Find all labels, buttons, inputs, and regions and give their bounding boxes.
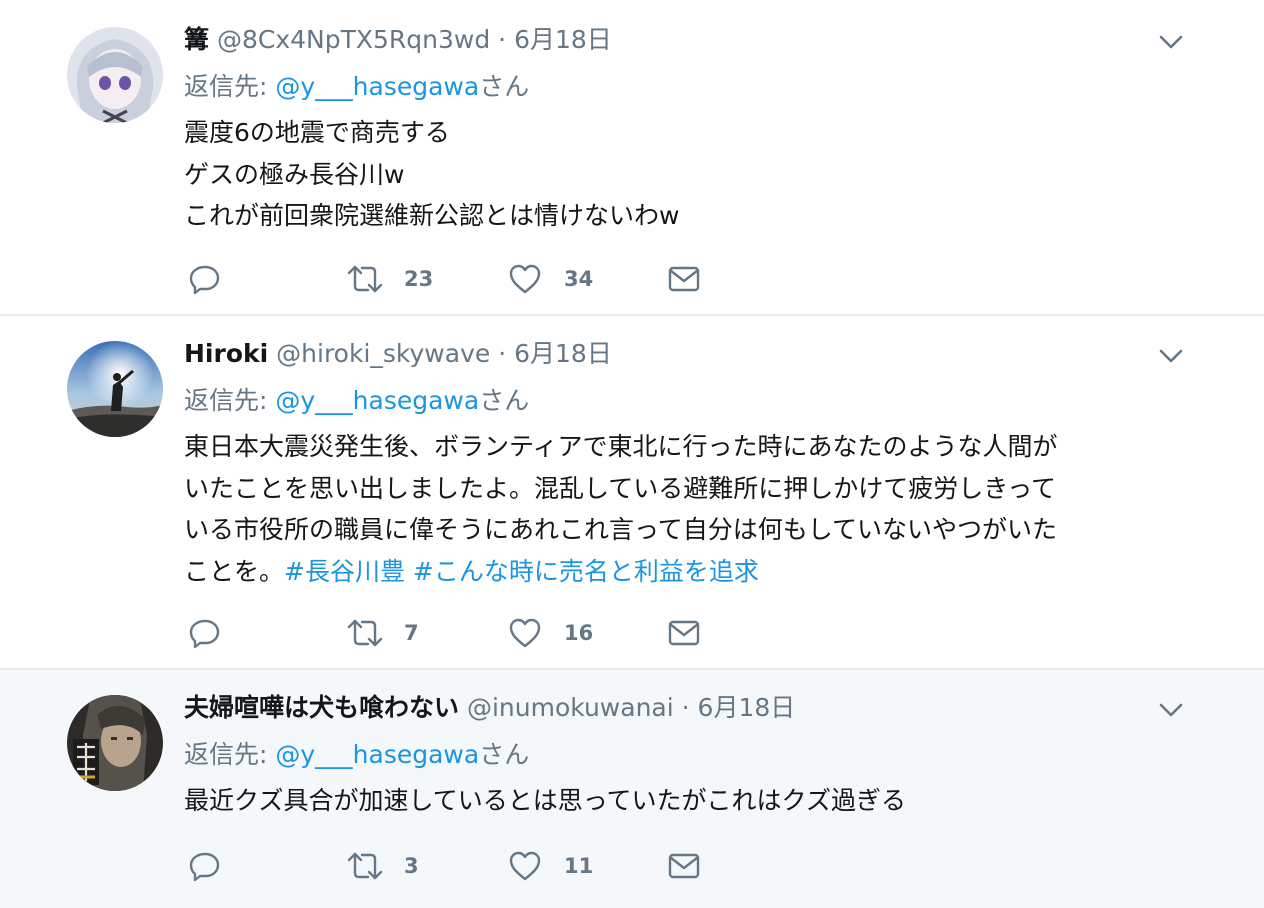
- tweet[interactable]: 篝 @8Cx4NpTX5Rqn3wd · 6月18日 返信先: @y___has…: [0, 0, 1264, 316]
- tweet-text: 最近クズ具合が加速しているとは思っていたがこれはクズ過ぎる: [184, 780, 1184, 822]
- reply-icon: [189, 265, 220, 295]
- reply-suffix: さん: [479, 72, 530, 101]
- tweet-actions: 7 16: [188, 616, 728, 650]
- reply-handle-link[interactable]: @y___hasegawa: [275, 72, 479, 101]
- reply-prefix: 返信先:: [184, 740, 276, 769]
- reply-icon: [189, 619, 220, 649]
- username[interactable]: @hiroki_skywave: [276, 339, 490, 368]
- reply-button[interactable]: [188, 849, 224, 883]
- reply-context: 返信先: @y___hasegawaさん: [184, 384, 529, 418]
- like-icon: [509, 618, 541, 648]
- tweet-actions: 23 34: [188, 262, 728, 296]
- retweet-icon: [347, 265, 383, 293]
- chevron-down-icon[interactable]: [1157, 346, 1185, 366]
- avatar[interactable]: [67, 27, 163, 123]
- dm-icon: [668, 620, 700, 646]
- retweet-icon: [347, 619, 383, 647]
- like-icon: [509, 851, 541, 881]
- avatar[interactable]: [67, 341, 163, 437]
- reply-context: 返信先: @y___hasegawaさん: [184, 70, 529, 104]
- dm-icon: [668, 266, 700, 292]
- tweet-text-line: 震度6の地震で商売する: [184, 118, 450, 147]
- reply-handle-link[interactable]: @y___hasegawa: [275, 386, 479, 415]
- avatar[interactable]: [67, 695, 163, 791]
- tweet-text-line: これが前回衆院選維新公認とは情けないわw: [184, 201, 680, 230]
- tweet-text-line: いる市役所の職員に偉そうにあれこれ言って自分は何もしていないやつがいた: [184, 515, 1058, 544]
- tweet-text-fragment: ことを。: [184, 556, 285, 586]
- reply-prefix: 返信先:: [184, 72, 276, 101]
- reply-handle-link[interactable]: @y___hasegawa: [275, 740, 479, 769]
- direct-message-button[interactable]: [667, 262, 703, 296]
- tweet-header: Hiroki @hiroki_skywave · 6月18日: [184, 337, 612, 371]
- like-button[interactable]: 11: [508, 849, 608, 883]
- retweet-count: 7: [404, 621, 419, 645]
- reply-button[interactable]: [188, 616, 224, 650]
- chevron-down-icon[interactable]: [1157, 32, 1185, 52]
- separator-dot: ·: [498, 339, 507, 368]
- timestamp[interactable]: 6月18日: [514, 25, 612, 54]
- like-count: 16: [564, 621, 594, 645]
- timestamp[interactable]: 6月18日: [698, 693, 796, 722]
- reply-context: 返信先: @y___hasegawaさん: [184, 738, 529, 772]
- tweet-actions: 3 11: [188, 849, 728, 883]
- like-icon: [509, 264, 541, 294]
- display-name[interactable]: 篝: [184, 25, 209, 54]
- tweet-text-line: 最近クズ具合が加速しているとは思っていたがこれはクズ過ぎる: [184, 786, 907, 815]
- retweet-icon: [347, 852, 383, 880]
- tweet-header: 篝 @8Cx4NpTX5Rqn3wd · 6月18日: [184, 23, 612, 57]
- retweet-count: 3: [404, 854, 419, 878]
- tweet-text-line: ことを。#長谷川豊 #こんな時に売名と利益を追求: [184, 551, 1184, 593]
- tweet-text: 東日本大震災発生後、ボランティアで東北に行った時にあなたのような人間が いたこと…: [184, 426, 1184, 592]
- timeline: 篝 @8Cx4NpTX5Rqn3wd · 6月18日 返信先: @y___has…: [0, 0, 1264, 908]
- separator-dot: ·: [681, 693, 690, 722]
- retweet-button[interactable]: 23: [346, 262, 446, 296]
- tweet-header: 夫婦喧嘩は犬も喰わない @inumokuwanai · 6月18日: [184, 691, 795, 725]
- reply-suffix: さん: [479, 386, 530, 415]
- hashtag-link[interactable]: #長谷川豊: [284, 557, 405, 586]
- display-name[interactable]: Hiroki: [184, 339, 268, 368]
- chevron-down-icon[interactable]: [1157, 700, 1185, 720]
- separator-dot: ·: [498, 25, 507, 54]
- hashtag-link[interactable]: #こんな時に売名と利益を追求: [413, 557, 759, 586]
- reply-icon: [189, 852, 220, 882]
- like-count: 34: [564, 267, 594, 291]
- tweet-text-line: 東日本大震災発生後、ボランティアで東北に行った時にあなたのような人間が: [184, 432, 1058, 461]
- tweet-text: 震度6の地震で商売する ゲスの極み長谷川w これが前回衆院選維新公認とは情けない…: [184, 112, 1184, 237]
- timestamp[interactable]: 6月18日: [514, 339, 612, 368]
- tweet[interactable]: Hiroki @hiroki_skywave · 6月18日 返信先: @y__…: [0, 316, 1264, 670]
- tweet-text-line: ゲスの極み長谷川w: [184, 159, 405, 189]
- like-button[interactable]: 16: [508, 616, 608, 650]
- like-button[interactable]: 34: [508, 262, 608, 296]
- tweet[interactable]: 夫婦喧嘩は犬も喰わない @inumokuwanai · 6月18日 返信先: @…: [0, 670, 1264, 908]
- username[interactable]: @8Cx4NpTX5Rqn3wd: [217, 25, 490, 54]
- dm-icon: [668, 853, 700, 879]
- username[interactable]: @inumokuwanai: [467, 693, 674, 722]
- retweet-button[interactable]: 7: [346, 616, 446, 650]
- tweet-text-line: いたことを思い出しましたよ。混乱している避難所に押しかけて疲労しきって: [184, 473, 1057, 503]
- reply-suffix: さん: [479, 740, 530, 769]
- display-name[interactable]: 夫婦喧嘩は犬も喰わない: [184, 693, 459, 722]
- retweet-button[interactable]: 3: [346, 849, 446, 883]
- like-count: 11: [564, 854, 594, 878]
- direct-message-button[interactable]: [667, 616, 703, 650]
- reply-button[interactable]: [188, 262, 224, 296]
- direct-message-button[interactable]: [667, 849, 703, 883]
- retweet-count: 23: [404, 267, 434, 291]
- reply-prefix: 返信先:: [184, 386, 276, 415]
